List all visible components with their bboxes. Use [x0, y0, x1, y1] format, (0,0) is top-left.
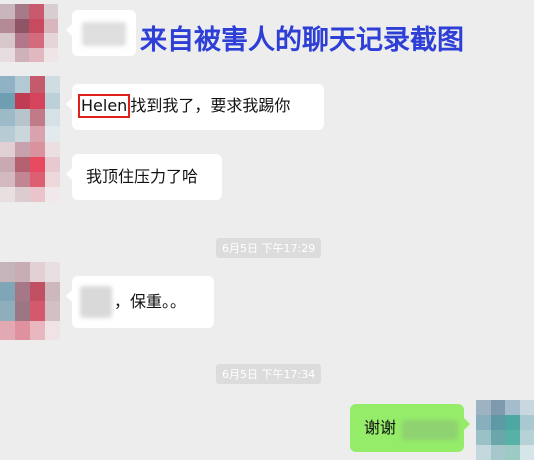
message-text: 我顶住压力了哈 [86, 167, 199, 186]
message-text: Helen 找到我了，要求我踢你 [78, 94, 290, 118]
highlighted-name: Helen [78, 94, 131, 118]
screenshot-caption: 来自被害人的聊天记录截图 [140, 25, 464, 56]
contact-avatar[interactable] [0, 262, 60, 340]
redacted-name [80, 286, 112, 318]
message-text: 谢谢 [364, 418, 397, 437]
my-message-bubble[interactable]: 谢谢 [350, 404, 470, 452]
my-avatar[interactable] [476, 400, 534, 460]
redacted-name [82, 22, 126, 46]
contact-avatar[interactable] [0, 142, 60, 202]
contact-avatar[interactable] [0, 76, 60, 142]
message-text: ，保重。。 [114, 292, 187, 311]
contact-avatar[interactable] [0, 4, 58, 62]
timestamp: 6月5日 下午17:34 [216, 364, 322, 384]
message-bubble[interactable]: 我顶住压力了哈 [66, 154, 222, 200]
message-bubble[interactable] [66, 10, 136, 56]
message-bubble[interactable]: Helen 找到我了，要求我踢你 [66, 84, 324, 130]
timestamp: 6月5日 下午17:29 [216, 238, 322, 258]
redacted-name [402, 420, 458, 440]
message-bubble[interactable]: ，保重。。 [66, 276, 214, 328]
